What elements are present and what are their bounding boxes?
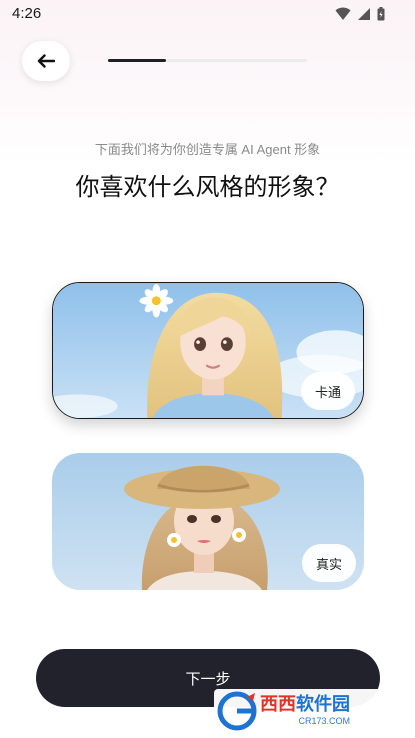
status-icons — [335, 7, 385, 21]
progress-fill — [108, 59, 166, 62]
signal-icon — [358, 8, 370, 20]
page-title: 你喜欢什么风格的形象？ — [75, 173, 340, 201]
style-label-cartoon: 卡通 — [301, 372, 355, 410]
watermark-name-blue: 软件园 — [296, 694, 350, 715]
progress-bar — [108, 59, 307, 62]
wifi-icon — [335, 7, 351, 20]
style-card-cartoon[interactable]: 卡通 — [52, 282, 364, 419]
status-time: 4:26 — [12, 5, 42, 22]
style-label-realistic: 真实 — [302, 544, 356, 582]
watermark-name-red: 西西 — [260, 694, 296, 715]
subtitle: 下面我们将为你创造专属 AI Agent 形象 — [94, 142, 321, 157]
bottom-edge — [0, 734, 415, 738]
watermark-url: CR173.COM — [298, 716, 350, 726]
watermark: 西西软件园 CR173.COM — [214, 689, 396, 733]
battery-icon — [377, 7, 385, 21]
arrow-left-icon — [37, 54, 55, 68]
watermark-logo-icon — [217, 691, 257, 731]
back-button[interactable] — [22, 41, 70, 81]
style-card-realistic[interactable]: 真实 — [52, 453, 364, 590]
status-bar: 4:26 — [0, 0, 415, 30]
